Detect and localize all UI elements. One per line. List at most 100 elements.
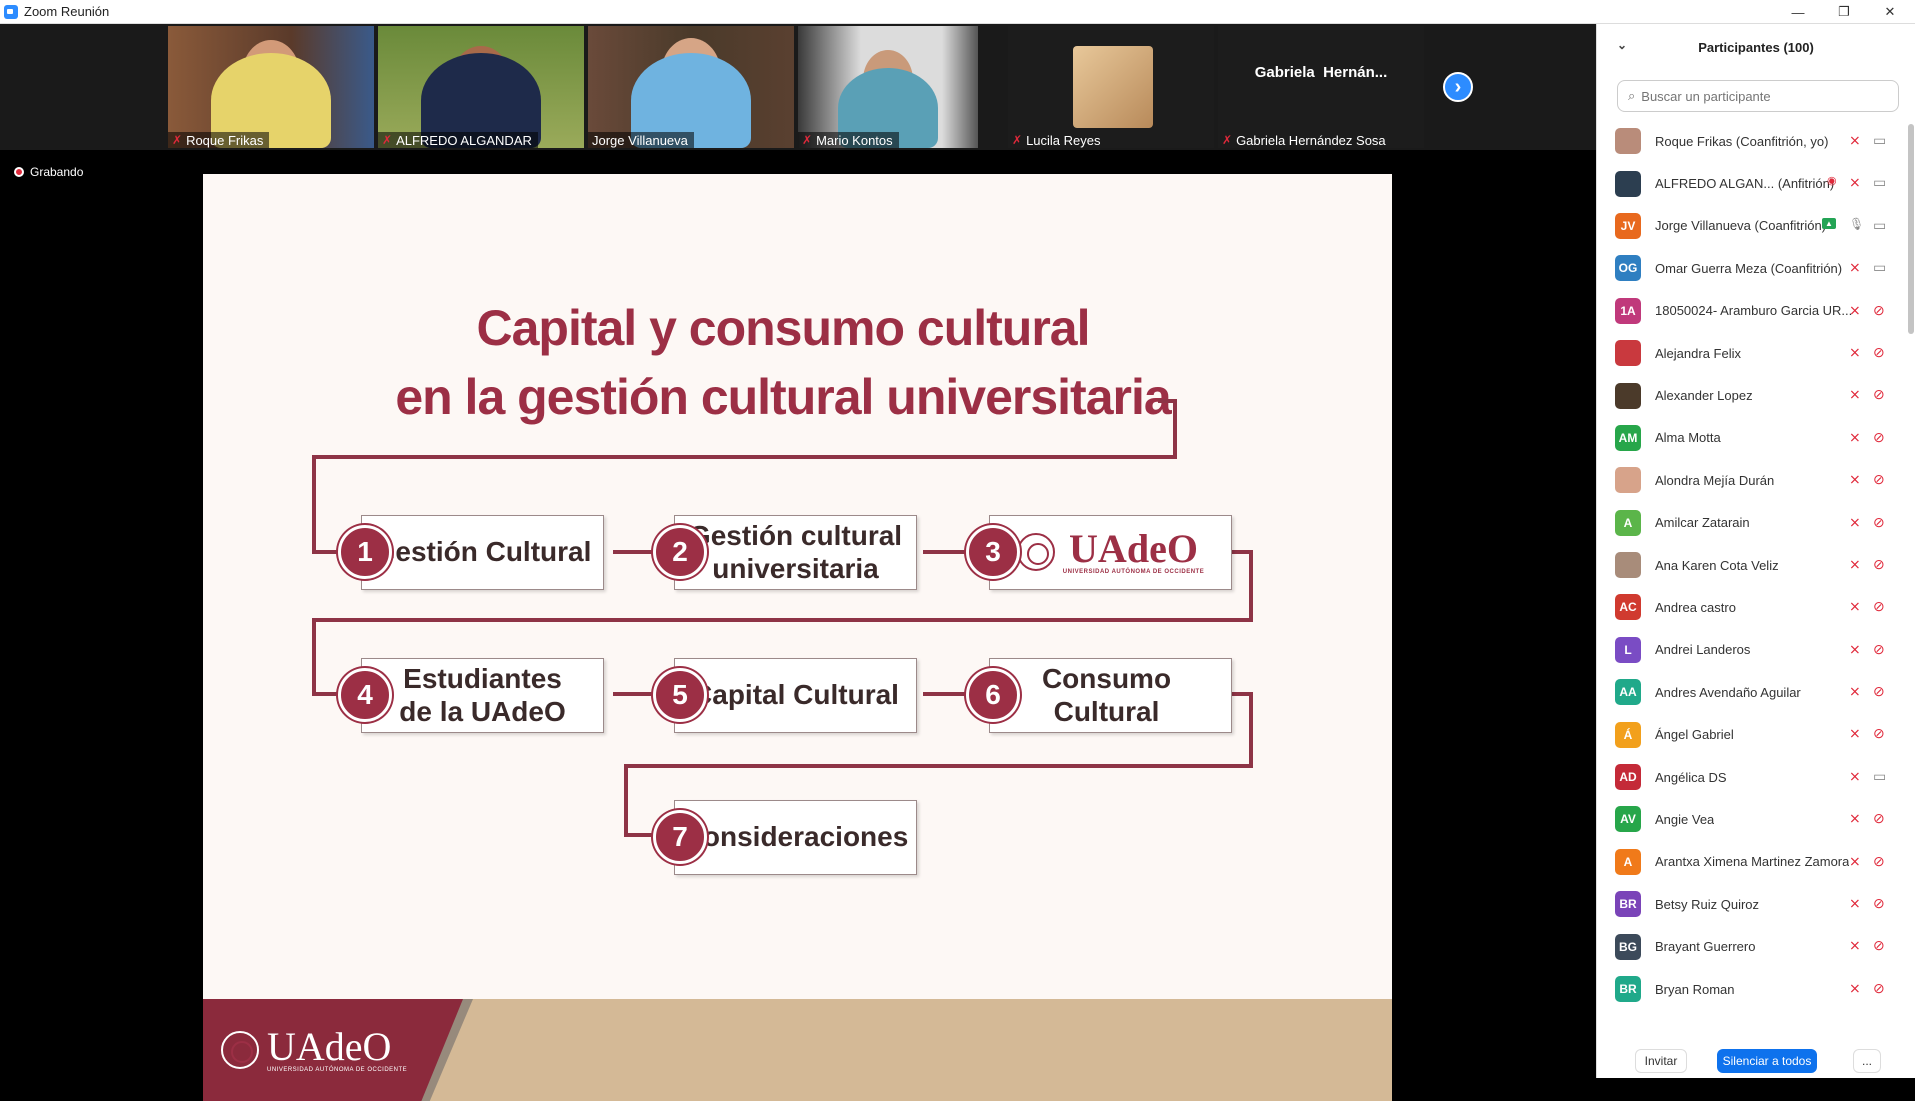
mic-muted-icon[interactable]: ⨯	[1849, 429, 1861, 446]
camera-off-icon[interactable]: ⊘	[1873, 429, 1885, 446]
profile-photo	[1073, 46, 1153, 128]
close-button[interactable]: ✕	[1868, 0, 1912, 24]
camera-off-icon[interactable]: ⊘	[1873, 598, 1885, 615]
mic-muted-icon[interactable]: ⨯	[1849, 895, 1861, 912]
camera-off-icon[interactable]: ⊘	[1873, 980, 1885, 997]
camera-icon[interactable]: ▭	[1873, 259, 1886, 276]
participant-row[interactable]: AM Alma Motta ⨯ ⊘	[1597, 417, 1908, 459]
mic-muted-icon[interactable]: ⨯	[1849, 556, 1861, 573]
camera-off-icon[interactable]: ⊘	[1873, 725, 1885, 742]
step-box-2: Gestión cultural universitaria	[674, 515, 917, 590]
participant-name: Ángel Gabriel	[1655, 727, 1734, 743]
participant-search[interactable]: ⌕	[1617, 80, 1899, 112]
mic-muted-icon[interactable]: ⨯	[1849, 132, 1861, 149]
participant-name: Alondra Mejía Durán	[1655, 472, 1775, 488]
mic-muted-icon[interactable]: ⨯	[1849, 598, 1861, 615]
participant-avatar: JV	[1615, 212, 1641, 239]
participant-avatar: AC	[1615, 594, 1641, 621]
camera-icon[interactable]: ▭	[1873, 217, 1886, 234]
participant-row[interactable]: Alondra Mejía Durán ⨯ ⊘	[1597, 459, 1908, 501]
camera-off-icon[interactable]: ⊘	[1873, 810, 1885, 827]
video-tile[interactable]: ✗ Roque Frikas	[168, 26, 374, 148]
more-options-button[interactable]: ...	[1853, 1049, 1881, 1073]
camera-icon[interactable]: ▭	[1873, 174, 1886, 191]
video-tile-active-speaker[interactable]: Jorge Villanueva	[588, 26, 794, 148]
participant-row[interactable]: BR Betsy Ruiz Quiroz ⨯ ⊘	[1597, 883, 1908, 925]
video-tile[interactable]: ✗ ALFREDO ALGANDAR	[378, 26, 584, 148]
camera-off-icon[interactable]: ⊘	[1873, 641, 1885, 658]
mic-muted-icon[interactable]: ⨯	[1849, 174, 1861, 191]
mic-muted-icon[interactable]: ⨯	[1849, 683, 1861, 700]
video-tile[interactable]: Gabriela Hernán... ✗ Gabriela Hernández S…	[1218, 26, 1424, 148]
participant-row[interactable]: Roque Frikas (Coanfitrión, yo) ⨯ ▭	[1597, 120, 1908, 162]
camera-off-icon[interactable]: ⊘	[1873, 514, 1885, 531]
mic-muted-icon[interactable]: ⨯	[1849, 725, 1861, 742]
mic-muted-icon[interactable]: ⨯	[1849, 853, 1861, 870]
mic-muted-icon[interactable]: ⨯	[1849, 810, 1861, 827]
minimize-button[interactable]: —	[1776, 0, 1820, 24]
participant-list-scrollbar[interactable]	[1908, 124, 1914, 334]
participant-row[interactable]: Alejandra Felix ⨯ ⊘	[1597, 332, 1908, 374]
mic-muted-icon[interactable]: ⨯	[1849, 514, 1861, 531]
video-tile[interactable]: ✗ Mario Kontos	[798, 26, 978, 148]
mic-muted-icon[interactable]: ⨯	[1849, 937, 1861, 954]
tile-name: ✗ Gabriela Hernández Sosa	[1222, 132, 1386, 148]
step-box-1: Gestión Cultural	[361, 515, 604, 590]
camera-off-icon[interactable]: ⊘	[1873, 937, 1885, 954]
participant-row[interactable]: AC Andrea castro ⨯ ⊘	[1597, 586, 1908, 628]
participant-row[interactable]: 1A 18050024- Aramburo Garcia UR... ⨯ ⊘	[1597, 290, 1908, 332]
participants-panel: ⌄ Participantes (100) ⌕ Roque Frikas (Co…	[1596, 24, 1915, 1078]
participant-row[interactable]: AV Angie Vea ⨯ ⊘	[1597, 798, 1908, 840]
mic-icon[interactable]: 🎙	[1849, 217, 1864, 231]
mic-muted-icon[interactable]: ⨯	[1849, 980, 1861, 997]
mic-muted-icon[interactable]: ⨯	[1849, 302, 1861, 319]
participant-row[interactable]: Alexander Lopez ⨯ ⊘	[1597, 374, 1908, 416]
mic-muted-icon[interactable]: ⨯	[1849, 641, 1861, 658]
participant-name: 18050024- Aramburo Garcia UR...	[1655, 303, 1853, 319]
camera-off-icon[interactable]: ⊘	[1873, 344, 1885, 361]
participant-row[interactable]: OG Omar Guerra Meza (Coanfitrión) ⨯ ▭	[1597, 247, 1908, 289]
recording-indicator[interactable]: Grabando	[14, 165, 83, 179]
uadeo-seal-icon	[1016, 533, 1055, 572]
participant-avatar: BG	[1615, 933, 1641, 960]
camera-off-icon[interactable]: ⊘	[1873, 302, 1885, 319]
participant-row[interactable]: BG Brayant Guerrero ⨯ ⊘	[1597, 925, 1908, 967]
participant-avatar: BR	[1615, 976, 1641, 1002]
camera-off-icon[interactable]: ⊘	[1873, 895, 1885, 912]
participant-row[interactable]: L Andrei Landeros ⨯ ⊘	[1597, 629, 1908, 671]
participant-row[interactable]: AA Andres Avendaño Aguilar ⨯ ⊘	[1597, 671, 1908, 713]
participant-row[interactable]: ALFREDO ALGAN... (Anfitrión) ◉ ⨯ ▭	[1597, 162, 1908, 204]
tile-display-name: Gabriela Hernán...	[1254, 64, 1388, 81]
chevron-down-icon[interactable]: ⌄	[1617, 38, 1627, 52]
camera-off-icon[interactable]: ⊘	[1873, 853, 1885, 870]
search-input[interactable]	[1641, 88, 1882, 104]
participant-name: Andrea castro	[1655, 599, 1736, 615]
camera-off-icon[interactable]: ⊘	[1873, 683, 1885, 700]
participant-row[interactable]: Á Ángel Gabriel ⨯ ⊘	[1597, 713, 1908, 755]
participant-row[interactable]: AD Angélica DS ⨯ ▭	[1597, 756, 1908, 798]
step-number-4: 4	[338, 668, 392, 722]
mic-muted-icon: ✗	[1012, 133, 1023, 147]
camera-icon[interactable]: ▭	[1873, 768, 1886, 785]
mute-all-button[interactable]: Silenciar a todos	[1717, 1049, 1817, 1073]
mic-muted-icon: ✗	[382, 133, 393, 147]
camera-off-icon[interactable]: ⊘	[1873, 471, 1885, 488]
camera-off-icon[interactable]: ⊘	[1873, 386, 1885, 403]
participant-row[interactable]: A Arantxa Ximena Martinez Zamora ⨯ ⊘	[1597, 841, 1908, 883]
camera-off-icon[interactable]: ⊘	[1873, 556, 1885, 573]
restore-button[interactable]: ❐	[1822, 0, 1866, 24]
mic-muted-icon[interactable]: ⨯	[1849, 386, 1861, 403]
camera-icon[interactable]: ▭	[1873, 132, 1886, 149]
mic-muted-icon[interactable]: ⨯	[1849, 768, 1861, 785]
invite-button[interactable]: Invitar	[1635, 1049, 1687, 1073]
mic-muted-icon[interactable]: ⨯	[1849, 471, 1861, 488]
next-page-button[interactable]: ›	[1443, 72, 1473, 102]
participant-row[interactable]: Ana Karen Cota Veliz ⨯ ⊘	[1597, 544, 1908, 586]
participant-photo	[1615, 128, 1641, 155]
participant-row[interactable]: A Amilcar Zatarain ⨯ ⊘	[1597, 502, 1908, 544]
participant-row[interactable]: BR Bryan Roman ⨯ ⊘	[1597, 968, 1908, 1010]
video-tile[interactable]: ✗ Lucila Reyes	[1008, 26, 1214, 148]
mic-muted-icon[interactable]: ⨯	[1849, 344, 1861, 361]
participant-row[interactable]: JV Jorge Villanueva (Coanfitrión) ▲ 🎙 ▭	[1597, 205, 1908, 247]
mic-muted-icon[interactable]: ⨯	[1849, 259, 1861, 276]
